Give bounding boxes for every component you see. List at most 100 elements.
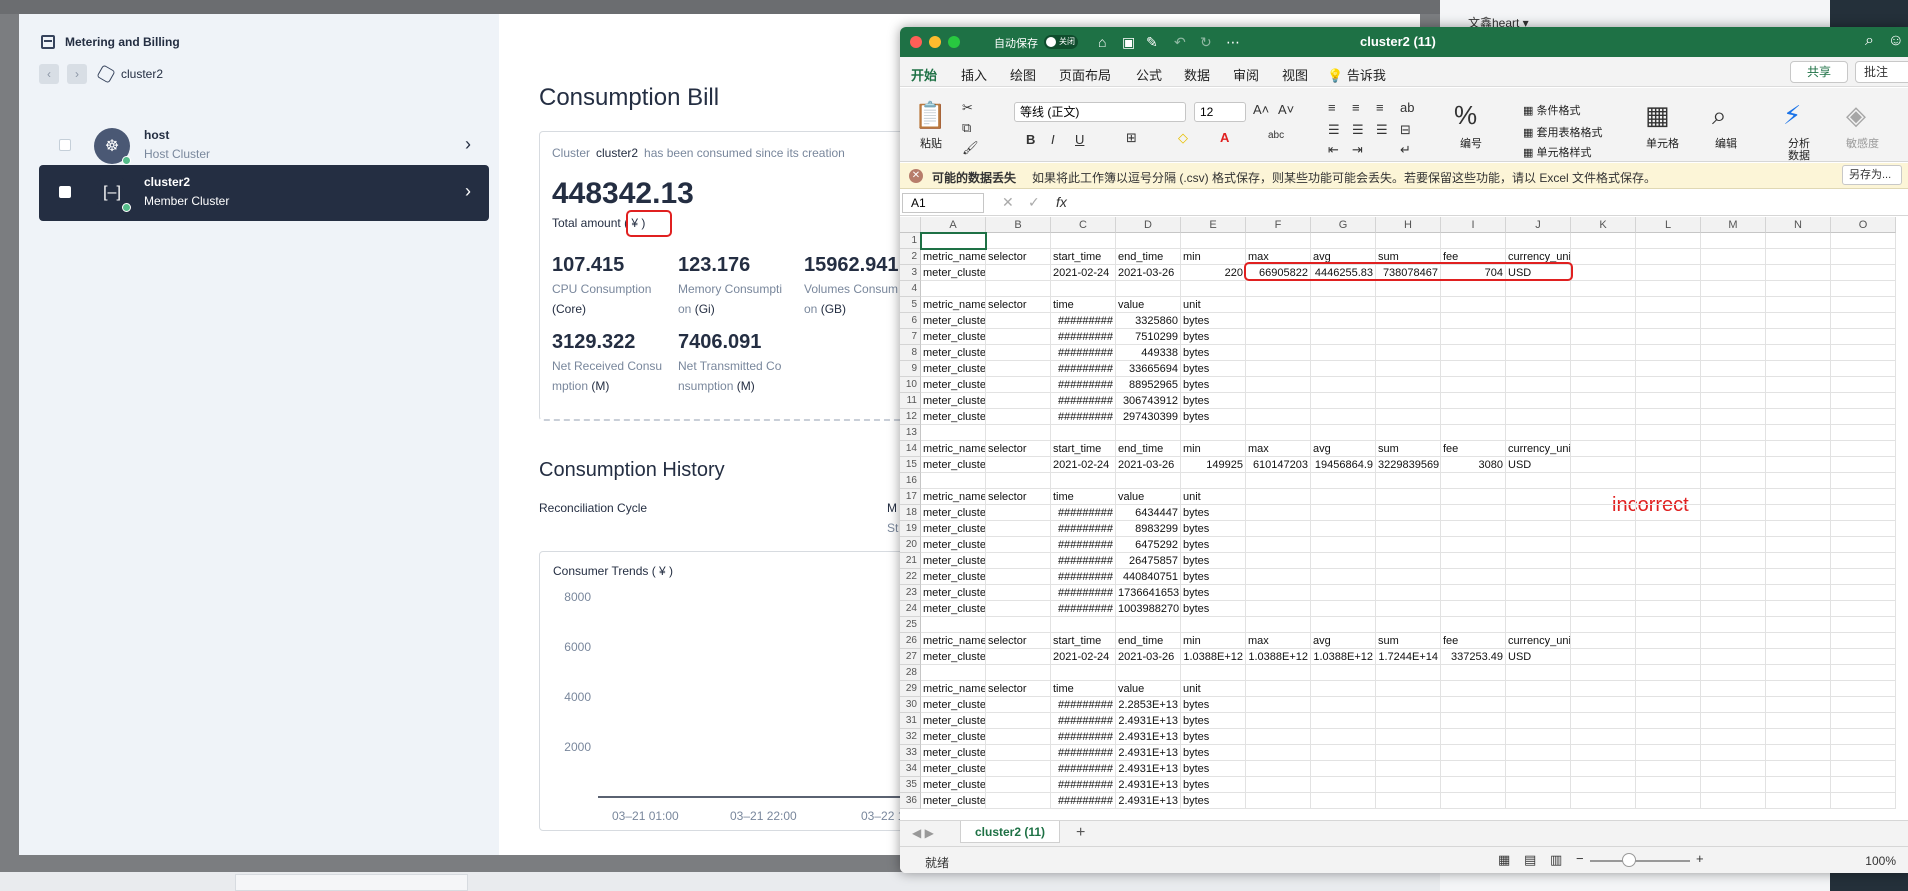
table-cell[interactable]: value	[1116, 681, 1181, 697]
table-cell[interactable]: #########	[1051, 505, 1116, 521]
table-cell[interactable]: 2021-03-26	[1116, 265, 1181, 281]
row-header[interactable]: 14	[900, 441, 921, 457]
column-header[interactable]: H	[1376, 217, 1441, 233]
table-cell[interactable]	[1376, 297, 1441, 313]
table-cell[interactable]	[1376, 601, 1441, 617]
table-cell[interactable]: 8983299	[1116, 521, 1181, 537]
table-cell[interactable]: #########	[1051, 521, 1116, 537]
table-cell[interactable]	[1571, 793, 1636, 809]
table-cell[interactable]: time	[1051, 681, 1116, 697]
table-cell[interactable]	[986, 553, 1051, 569]
table-cell[interactable]: selector	[986, 489, 1051, 505]
table-cell[interactable]	[1376, 233, 1441, 249]
table-cell[interactable]	[1636, 425, 1701, 441]
table-cell[interactable]	[1571, 297, 1636, 313]
indent-decrease-icon[interactable]: ⇤	[1328, 142, 1339, 158]
table-cell[interactable]	[1766, 393, 1831, 409]
table-cell[interactable]	[1766, 697, 1831, 713]
table-cell[interactable]	[1506, 297, 1571, 313]
table-cell[interactable]	[1311, 489, 1376, 505]
column-header[interactable]: B	[986, 217, 1051, 233]
table-cell[interactable]	[1571, 281, 1636, 297]
table-cell[interactable]: time	[1051, 489, 1116, 505]
table-cell[interactable]	[1636, 441, 1701, 457]
table-cell[interactable]	[1636, 729, 1701, 745]
row-header[interactable]: 8	[900, 345, 921, 361]
table-cell[interactable]	[1246, 361, 1311, 377]
wrap-icon[interactable]: ↵	[1400, 142, 1411, 158]
phonetic-icon[interactable]: abc	[1268, 130, 1284, 141]
sheet-nav-arrows[interactable]: ◀ ▶	[912, 826, 934, 840]
table-cell[interactable]	[986, 697, 1051, 713]
table-cell[interactable]	[1571, 553, 1636, 569]
table-cell[interactable]	[1441, 569, 1506, 585]
table-cell[interactable]: #########	[1051, 745, 1116, 761]
table-cell[interactable]	[986, 745, 1051, 761]
table-cell[interactable]	[1376, 681, 1441, 697]
table-cell[interactable]	[1831, 665, 1896, 681]
table-cell[interactable]	[1441, 777, 1506, 793]
table-cell[interactable]	[1441, 745, 1506, 761]
column-header[interactable]: E	[1181, 217, 1246, 233]
table-cell[interactable]	[1571, 377, 1636, 393]
back-button[interactable]: ‹	[39, 64, 59, 84]
table-cell[interactable]	[1766, 377, 1831, 393]
table-cell[interactable]	[1506, 329, 1571, 345]
cells-label[interactable]: 单元格	[1646, 135, 1679, 151]
table-cell[interactable]	[1571, 521, 1636, 537]
account-icon[interactable]: ☺	[1888, 32, 1904, 50]
table-cell[interactable]	[1246, 521, 1311, 537]
table-cell[interactable]	[1766, 521, 1831, 537]
tab-view[interactable]: 视图	[1282, 65, 1308, 84]
table-cell[interactable]	[1441, 393, 1506, 409]
fill-color-icon[interactable]: ◇	[1178, 130, 1188, 146]
table-cell[interactable]	[1766, 361, 1831, 377]
table-cell[interactable]	[1506, 409, 1571, 425]
table-cell[interactable]: 2.4931E+13	[1116, 745, 1181, 761]
table-cell[interactable]	[1506, 681, 1571, 697]
table-cell[interactable]: unit	[1181, 681, 1246, 697]
table-cell[interactable]	[1506, 521, 1571, 537]
table-cell[interactable]	[986, 521, 1051, 537]
page-break-view-icon[interactable]: ▥	[1550, 852, 1562, 868]
table-cell[interactable]	[1766, 761, 1831, 777]
table-cell[interactable]	[1701, 681, 1766, 697]
table-cell[interactable]: #########	[1051, 601, 1116, 617]
zoom-slider-knob[interactable]	[1622, 853, 1636, 867]
table-cell[interactable]: avg	[1311, 633, 1376, 649]
table-cell[interactable]	[1311, 553, 1376, 569]
sensitivity-label[interactable]: 敏感度	[1846, 135, 1879, 151]
table-cell[interactable]	[1506, 345, 1571, 361]
save-icon[interactable]: ▣	[1122, 34, 1135, 51]
table-cell[interactable]	[1701, 233, 1766, 249]
table-cell[interactable]: bytes	[1181, 761, 1246, 777]
table-cell[interactable]	[1441, 345, 1506, 361]
table-cell[interactable]	[1766, 649, 1831, 665]
table-cell[interactable]	[1766, 617, 1831, 633]
table-cell[interactable]	[1376, 361, 1441, 377]
table-cell[interactable]: 1736641653	[1116, 585, 1181, 601]
table-cell[interactable]	[1766, 473, 1831, 489]
table-cell[interactable]: 2021-02-24	[1051, 457, 1116, 473]
table-cell[interactable]	[1051, 425, 1116, 441]
table-cell[interactable]: 449338	[1116, 345, 1181, 361]
table-cell[interactable]	[1311, 473, 1376, 489]
table-cell[interactable]	[1831, 473, 1896, 489]
table-cell[interactable]: 6475292	[1116, 537, 1181, 553]
table-cell[interactable]	[1116, 281, 1181, 297]
table-cell[interactable]	[986, 393, 1051, 409]
table-cell[interactable]	[1766, 569, 1831, 585]
table-cell[interactable]: 19456864.9	[1311, 457, 1376, 473]
table-cell[interactable]: 297430399	[1116, 409, 1181, 425]
table-cell[interactable]	[986, 265, 1051, 281]
table-cell[interactable]	[1246, 569, 1311, 585]
table-cell[interactable]	[1181, 473, 1246, 489]
table-cell[interactable]: min	[1181, 633, 1246, 649]
table-cell[interactable]	[1701, 601, 1766, 617]
table-cell[interactable]	[986, 729, 1051, 745]
table-cell[interactable]: 2.4931E+13	[1116, 729, 1181, 745]
row-header[interactable]: 9	[900, 361, 921, 377]
table-cell[interactable]	[1311, 617, 1376, 633]
table-cell[interactable]	[1831, 569, 1896, 585]
table-cell[interactable]	[1246, 537, 1311, 553]
